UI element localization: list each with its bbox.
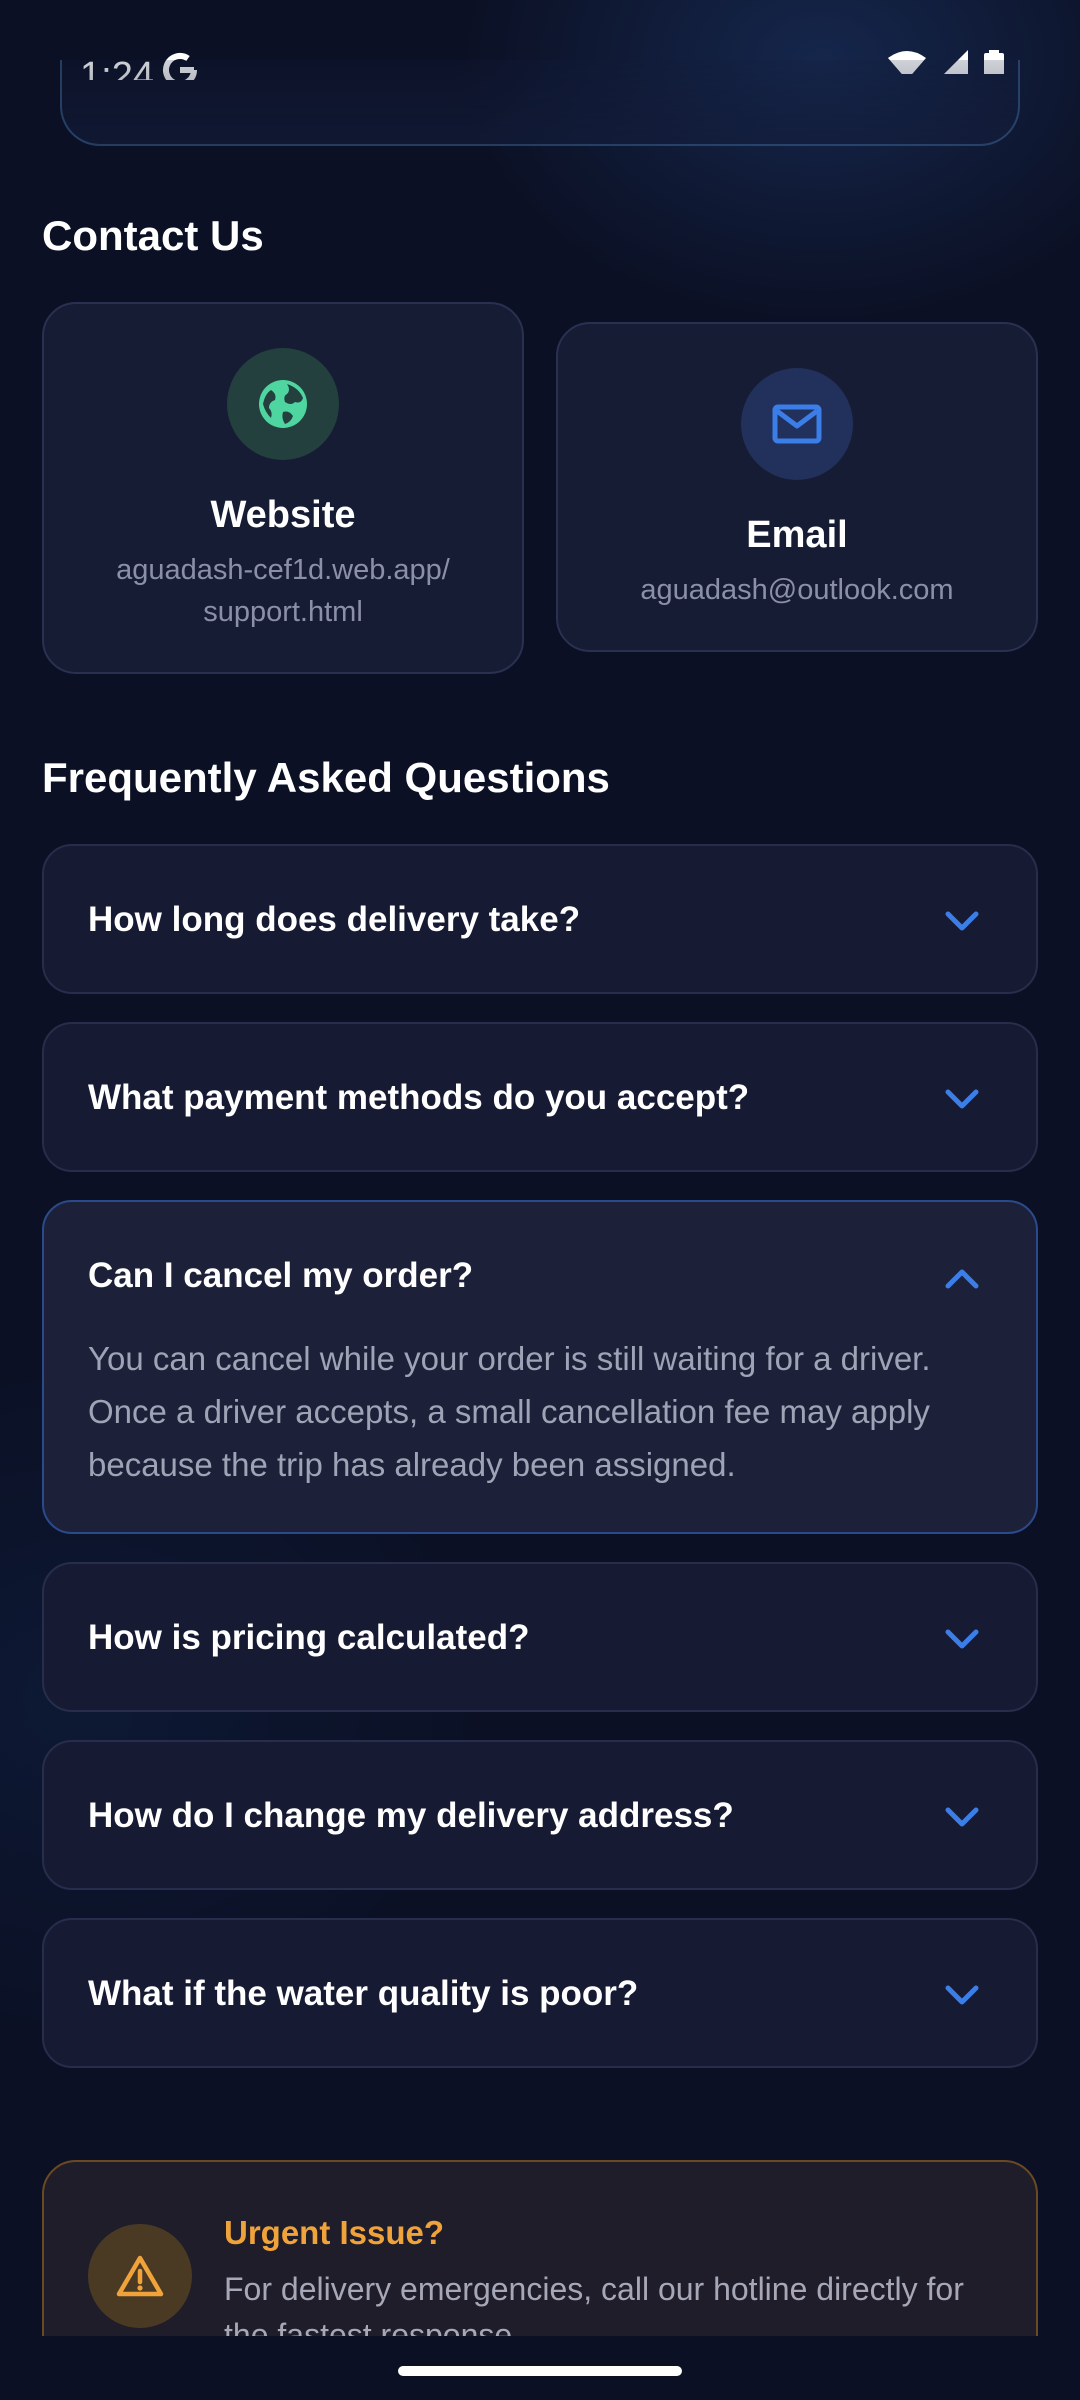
- email-card[interactable]: Email aguadash@outlook.com: [556, 322, 1038, 652]
- faq-item[interactable]: What if the water quality is poor?: [42, 1918, 1038, 2068]
- chevron-down-icon: [945, 1629, 979, 1649]
- globe-icon: [259, 380, 307, 428]
- faq-question: How long does delivery take?: [88, 900, 581, 939]
- previous-card-edge: [60, 60, 1020, 146]
- email-label: Email: [746, 514, 848, 556]
- warning-icon-circle: [88, 2224, 192, 2328]
- faq-section-title: Frequently Asked Questions: [42, 754, 610, 801]
- website-card[interactable]: Website aguadash-cef1d.web.app/ support.…: [42, 302, 524, 674]
- faq-item-expanded[interactable]: Can I cancel my order? You can cancel wh…: [42, 1200, 1038, 1534]
- faq-item[interactable]: How long does delivery take?: [42, 844, 1038, 994]
- urgent-title: Urgent Issue?: [224, 2214, 445, 2251]
- email-value: aguadash@outlook.com: [640, 574, 954, 606]
- warning-icon: [116, 2255, 164, 2297]
- home-indicator[interactable]: [398, 2366, 682, 2376]
- mail-icon: [772, 404, 822, 444]
- faq-answer: You can cancel while your order is still…: [88, 1340, 931, 1483]
- chevron-down-icon: [945, 1807, 979, 1827]
- contact-section-title: Contact Us: [42, 212, 264, 259]
- faq-question: What if the water quality is poor?: [88, 1974, 639, 2013]
- faq-item[interactable]: How do I change my delivery address?: [42, 1740, 1038, 1890]
- mail-icon-circle: [741, 368, 853, 480]
- faq-question: How is pricing calculated?: [88, 1618, 530, 1657]
- chevron-down-icon: [945, 1985, 979, 2005]
- globe-icon-circle: [227, 348, 339, 460]
- chevron-up-icon: [945, 1269, 979, 1289]
- faq-question: Can I cancel my order?: [88, 1256, 474, 1295]
- faq-question: What payment methods do you accept?: [88, 1078, 750, 1117]
- chevron-down-icon: [945, 911, 979, 931]
- chevron-down-icon: [945, 1089, 979, 1109]
- help-support-screen: 1:24 Contact Us: [0, 0, 1080, 2400]
- faq-question: How do I change my delivery address?: [88, 1796, 734, 1835]
- faq-item[interactable]: What payment methods do you accept?: [42, 1022, 1038, 1172]
- website-value: aguadash-cef1d.web.app/ support.html: [116, 554, 450, 628]
- faq-item[interactable]: How is pricing calculated?: [42, 1562, 1038, 1712]
- website-label: Website: [210, 494, 356, 536]
